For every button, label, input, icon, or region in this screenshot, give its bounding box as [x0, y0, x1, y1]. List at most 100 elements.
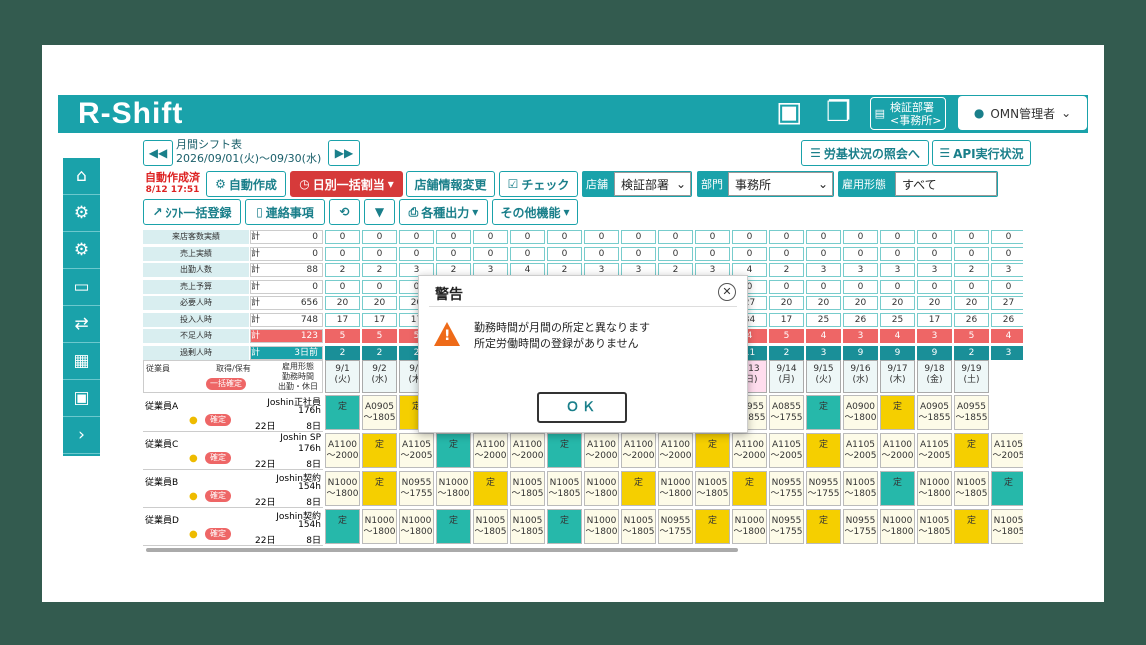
shift-cell[interactable]: A1105 〜2005 — [399, 433, 434, 468]
shift-cell[interactable]: N0955 〜1755 — [658, 509, 693, 544]
shift-cell[interactable]: N1005 〜1805 — [621, 509, 656, 544]
shift-cell[interactable]: N1000 〜1800 — [436, 471, 471, 506]
bulk-confirm-button[interactable]: 一括確定 — [206, 378, 246, 390]
shift-cell[interactable]: A1105 〜2005 — [917, 433, 952, 468]
dept-switch[interactable]: ▤ 検証部署 <事務所> — [870, 97, 946, 130]
shift-cell[interactable]: 定 — [621, 471, 656, 506]
shift-cell[interactable]: A0905 〜1805 — [362, 395, 397, 430]
shift-cell[interactable]: A0900 〜1800 — [843, 395, 878, 430]
refresh-button[interactable]: ⟲ — [329, 199, 360, 225]
window-icon[interactable]: ❐ — [826, 97, 851, 127]
shift-cell[interactable]: 定 — [362, 433, 397, 468]
swap-icon[interactable]: ⇄ — [63, 306, 100, 343]
chat-icon[interactable]: ● — [189, 453, 198, 464]
shift-cell[interactable]: N1005 〜1805 — [917, 509, 952, 544]
shift-cell[interactable]: A1100 〜2000 — [880, 433, 915, 468]
shift-cell[interactable]: 定 — [362, 471, 397, 506]
shift-cell[interactable]: N0955 〜1755 — [769, 509, 804, 544]
video-icon[interactable]: ▣ — [776, 97, 802, 127]
shift-cell[interactable]: A1100 〜2000 — [473, 433, 508, 468]
confirm-button[interactable]: 確定 — [205, 452, 231, 464]
shift-cell[interactable]: 定 — [880, 471, 915, 506]
shift-cell[interactable]: 定 — [695, 433, 730, 468]
shift-cell[interactable]: A1100 〜2000 — [732, 433, 767, 468]
shift-cell[interactable]: 定 — [473, 471, 508, 506]
daily-assign-button[interactable]: ◷ 日別一括割当 ▾ — [290, 171, 403, 197]
chat-icon[interactable]: ● — [189, 529, 198, 540]
shift-cell[interactable]: 定 — [806, 509, 841, 544]
confirm-button[interactable]: 確定 — [205, 490, 231, 502]
shift-cell[interactable]: N1000 〜1800 — [325, 471, 360, 506]
shift-cell[interactable]: N1005 〜1805 — [547, 471, 582, 506]
shift-cell[interactable]: A0955 〜1855 — [954, 395, 989, 430]
chevron-right-icon[interactable]: › — [63, 417, 100, 454]
shift-cell[interactable]: N1000 〜1800 — [584, 509, 619, 544]
shift-cell[interactable]: N1000 〜1800 — [399, 509, 434, 544]
folder-icon[interactable]: ▭ — [63, 269, 100, 306]
shift-cell[interactable]: N1005 〜1805 — [991, 509, 1023, 544]
api-status-button[interactable]: ☰ API実行状況 — [932, 140, 1031, 166]
shift-cell[interactable]: A1105 〜2005 — [769, 433, 804, 468]
auto-create-button[interactable]: ⚙ 自動作成 — [206, 171, 286, 197]
shift-bulk-button[interactable]: ↗ ｼﾌﾄ一括登録 — [143, 199, 241, 225]
chat-icon[interactable]: ● — [189, 491, 198, 502]
dept-select[interactable]: 事務所 ⌄ — [728, 172, 833, 196]
shift-cell[interactable]: 定 — [436, 433, 471, 468]
shift-cell[interactable]: 定 — [325, 395, 360, 430]
shift-cell[interactable]: A1100 〜2000 — [510, 433, 545, 468]
contact-button[interactable]: ▯ 連絡事項 — [245, 199, 325, 225]
shift-cell[interactable]: A1105 〜2005 — [843, 433, 878, 468]
shift-cell[interactable]: 定 — [436, 509, 471, 544]
shift-cell[interactable]: 定 — [325, 509, 360, 544]
shift-cell[interactable]: N1005 〜1805 — [510, 509, 545, 544]
close-icon[interactable]: ✕ — [718, 283, 736, 301]
other-button[interactable]: その他機能 ▾ — [492, 199, 578, 225]
home-icon[interactable]: ⌂ — [63, 158, 100, 195]
shift-cell[interactable]: A0905 〜1855 — [917, 395, 952, 430]
labor-status-button[interactable]: ☰ 労基状況の照会へ — [801, 140, 929, 166]
shift-cell[interactable]: 定 — [547, 433, 582, 468]
filter-dropdown-button[interactable]: ▼ — [364, 199, 395, 225]
shift-cell[interactable]: N1005 〜1805 — [695, 471, 730, 506]
shift-cell[interactable]: N1000 〜1800 — [584, 471, 619, 506]
store-info-button[interactable]: 店舗情報変更 — [406, 171, 495, 197]
shift-cell[interactable]: 定 — [806, 395, 841, 430]
gear-icon[interactable]: ⚙ — [63, 195, 100, 232]
confirm-button[interactable]: 確定 — [205, 528, 231, 540]
shift-cell[interactable]: 定 — [695, 509, 730, 544]
h-scrollbar[interactable] — [146, 548, 738, 552]
shift-cell[interactable]: N1005 〜1805 — [954, 471, 989, 506]
shift-cell[interactable]: N0955 〜1755 — [806, 471, 841, 506]
shift-cell[interactable]: 定 — [954, 433, 989, 468]
shift-cell[interactable]: N1000 〜1800 — [658, 471, 693, 506]
confirm-button[interactable]: 確定 — [205, 414, 231, 426]
book-icon[interactable]: ▣ — [63, 380, 100, 417]
shift-cell[interactable]: N1005 〜1805 — [473, 509, 508, 544]
shift-cell[interactable]: A0855 〜1755 — [769, 395, 804, 430]
emp-select[interactable]: すべて — [895, 172, 997, 196]
shift-cell[interactable]: N1005 〜1805 — [510, 471, 545, 506]
shift-cell[interactable]: A1100 〜2000 — [658, 433, 693, 468]
shift-cell[interactable]: N0955 〜1755 — [843, 509, 878, 544]
shift-cell[interactable]: N0955 〜1755 — [399, 471, 434, 506]
shift-cell[interactable]: N1000 〜1800 — [880, 509, 915, 544]
shift-cell[interactable]: 定 — [732, 471, 767, 506]
prev-month-button[interactable]: ◀◀ — [143, 140, 173, 166]
check-button[interactable]: ☑ チェック — [499, 171, 578, 197]
shift-cell[interactable]: A1100 〜2000 — [584, 433, 619, 468]
next-month-button[interactable]: ▶▶ — [328, 140, 360, 166]
shift-cell[interactable]: 定 — [880, 395, 915, 430]
shift-cell[interactable]: N1000 〜1800 — [362, 509, 397, 544]
ok-button[interactable]: ＯＫ — [537, 392, 627, 423]
shift-cell[interactable]: A1100 〜2000 — [621, 433, 656, 468]
shift-cell[interactable]: 定 — [547, 509, 582, 544]
shift-cell[interactable]: 定 — [806, 433, 841, 468]
shift-cell[interactable]: 定 — [991, 471, 1023, 506]
shift-cell[interactable]: N1000 〜1800 — [917, 471, 952, 506]
shift-cell[interactable]: A1105 〜2005 — [991, 433, 1023, 468]
shift-cell[interactable]: N1000 〜1800 — [732, 509, 767, 544]
store-select[interactable]: 検証部署 ⌄ — [614, 172, 691, 196]
shift-cell[interactable]: A1100 〜2000 — [325, 433, 360, 468]
chart-icon[interactable]: ▦ — [63, 343, 100, 380]
user-menu[interactable]: ● OMN管理者 ⌄ — [958, 96, 1087, 130]
